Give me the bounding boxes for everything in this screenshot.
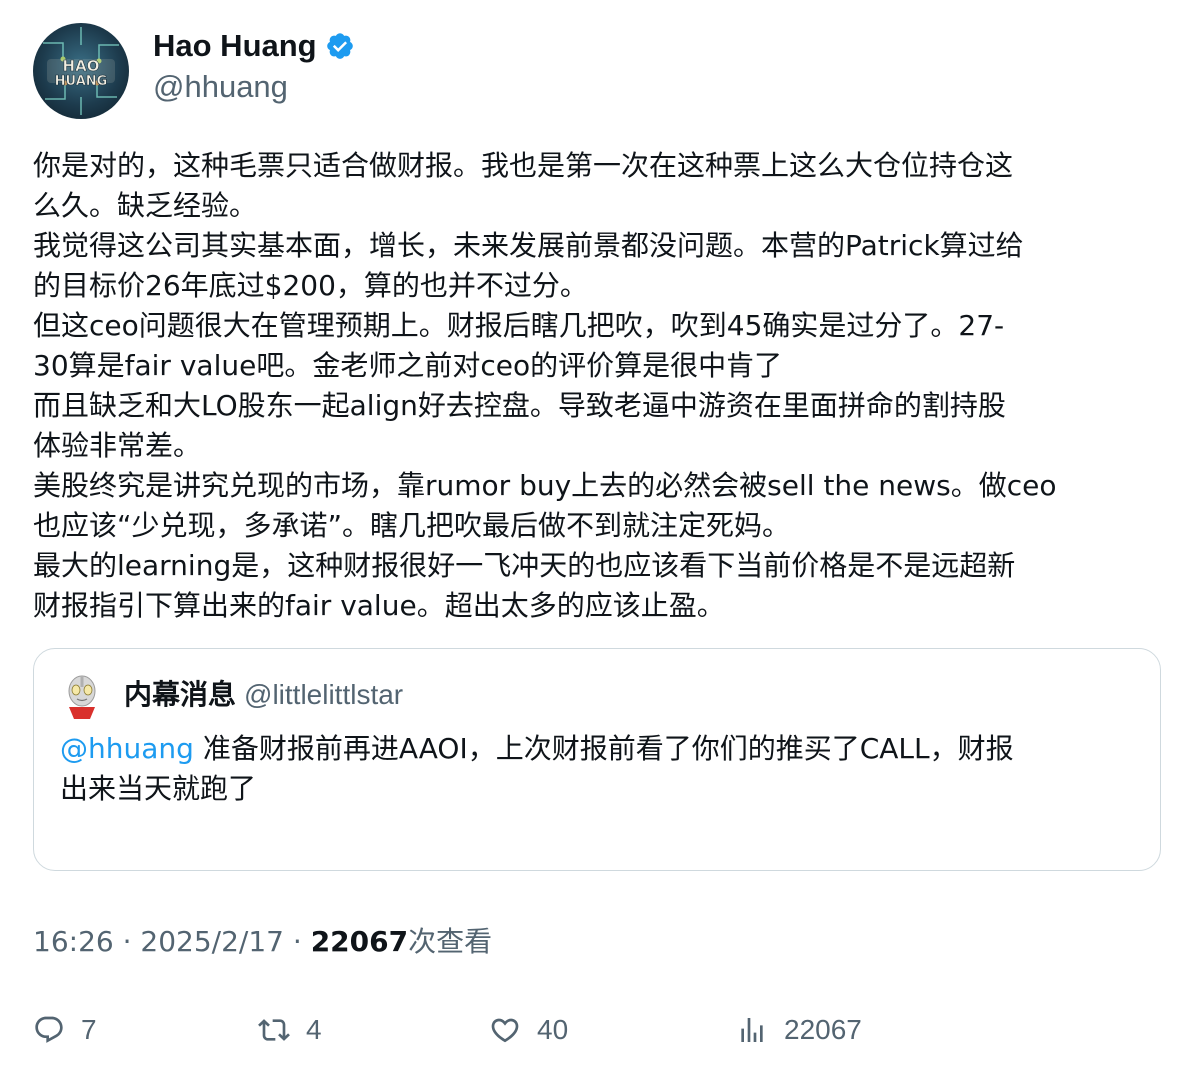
quote-header: 内幕消息 @littlelittlstar bbox=[124, 676, 403, 714]
avatar-graphic: HAO HUANG bbox=[43, 27, 119, 115]
analytics-icon bbox=[741, 1018, 763, 1042]
author-name[interactable]: Hao Huang bbox=[153, 27, 355, 65]
quote-author-name[interactable]: 内幕消息 bbox=[124, 678, 236, 711]
tweet-line: 也应该“少兑现，多承诺”。瞎几把吹最后做不到就注定死妈。 bbox=[33, 509, 791, 542]
tweet-line: 但这ceo问题很大在管理预期上。财报后瞎几把吹，吹到45确实是过分了。27- bbox=[33, 309, 1005, 342]
reply-button[interactable]: 7 bbox=[33, 1008, 97, 1052]
retweet-count: 4 bbox=[306, 1014, 322, 1045]
tweet-text: 你是对的，这种毛票只适合做财报。我也是第一次在这种票上这么大仓位持仓这 么久。缺… bbox=[33, 146, 1168, 626]
like-count: 40 bbox=[537, 1014, 569, 1045]
meta-separator: · bbox=[113, 925, 141, 958]
quote-line: 出来当天就跑了 bbox=[60, 772, 257, 805]
tweet-line: 体验非常差。 bbox=[33, 429, 202, 462]
tweet-line: 美股终究是讲究兑现的市场，靠rumor buy上去的必然会被sell the n… bbox=[33, 469, 1057, 502]
quote-author-avatar[interactable] bbox=[62, 673, 102, 721]
quote-line-text: 准备财报前再进AAOI，上次财报前看了你们的推买了CALL，财报 bbox=[193, 732, 1014, 765]
quote-mention-link[interactable]: @hhuang bbox=[60, 732, 194, 765]
like-button[interactable]: 40 bbox=[489, 1008, 568, 1052]
tweet-line: 你是对的，这种毛票只适合做财报。我也是第一次在这种票上这么大仓位持仓这 bbox=[33, 149, 1014, 182]
tweet-line: 的目标价26年底过$200，算的也并不过分。 bbox=[33, 269, 588, 302]
tweet-line: 而且缺乏和大LO股东一起align好去控盘。导致老逼中游资在里面拼命的割持股 bbox=[33, 389, 1006, 422]
reply-count: 7 bbox=[81, 1014, 97, 1045]
meta-separator: · bbox=[283, 925, 311, 958]
tweet-date[interactable]: 2025/2/17 bbox=[140, 925, 284, 958]
reply-icon bbox=[35, 1016, 63, 1043]
retweet-icon bbox=[258, 1019, 290, 1041]
author-handle[interactable]: @hhuang bbox=[153, 68, 288, 106]
verified-badge-icon bbox=[326, 33, 353, 59]
views-count: 22067 bbox=[310, 925, 409, 958]
tweet-line: 最大的learning是，这种财报很好一飞冲天的也应该看下当前价格是不是远超新 bbox=[33, 549, 1016, 582]
retweet-button[interactable]: 4 bbox=[258, 1008, 322, 1052]
tweet-line: 30算是fair value吧。金老师之前对ceo的评价算是很中肯了 bbox=[33, 349, 783, 382]
tweet-time[interactable]: 16:26 bbox=[33, 925, 114, 958]
avatar-text-line2: HUANG bbox=[55, 74, 108, 89]
author-avatar[interactable]: HAO HUANG bbox=[33, 23, 129, 119]
views-label: 次查看 bbox=[408, 925, 493, 958]
quoted-tweet-card[interactable]: 内幕消息 @littlelittlstar @hhuang 准备财报前再进AAOI… bbox=[33, 648, 1161, 871]
heart-icon bbox=[491, 1018, 519, 1043]
quote-text: @hhuang 准备财报前再进AAOI，上次财报前看了你们的推买了CALL，财报… bbox=[60, 729, 1140, 809]
tweet-line: 么久。缺乏经验。 bbox=[33, 189, 258, 222]
author-name-text: Hao Huang bbox=[153, 28, 317, 63]
action-bar: 7 4 40 22067 bbox=[33, 1008, 1163, 1052]
avatar-text-line1: HAO bbox=[63, 57, 100, 75]
views-button[interactable]: 22067 bbox=[736, 1008, 862, 1052]
quote-line: @hhuang 准备财报前再进AAOI，上次财报前看了你们的推买了CALL，财报 bbox=[60, 729, 1140, 769]
tweet-line: 我觉得这公司其实基本面，增长，未来发展前景都没问题。本营的Patrick算过给 bbox=[33, 229, 1024, 262]
tweet-meta: 16:26 · 2025/2/17 · 22067次查看 bbox=[33, 922, 492, 962]
views-action-count: 22067 bbox=[784, 1014, 862, 1045]
quote-author-handle[interactable]: @littlelittlstar bbox=[244, 679, 403, 710]
tweet-line: 财报指引下算出来的fair value。超出太多的应该止盈。 bbox=[33, 589, 725, 622]
